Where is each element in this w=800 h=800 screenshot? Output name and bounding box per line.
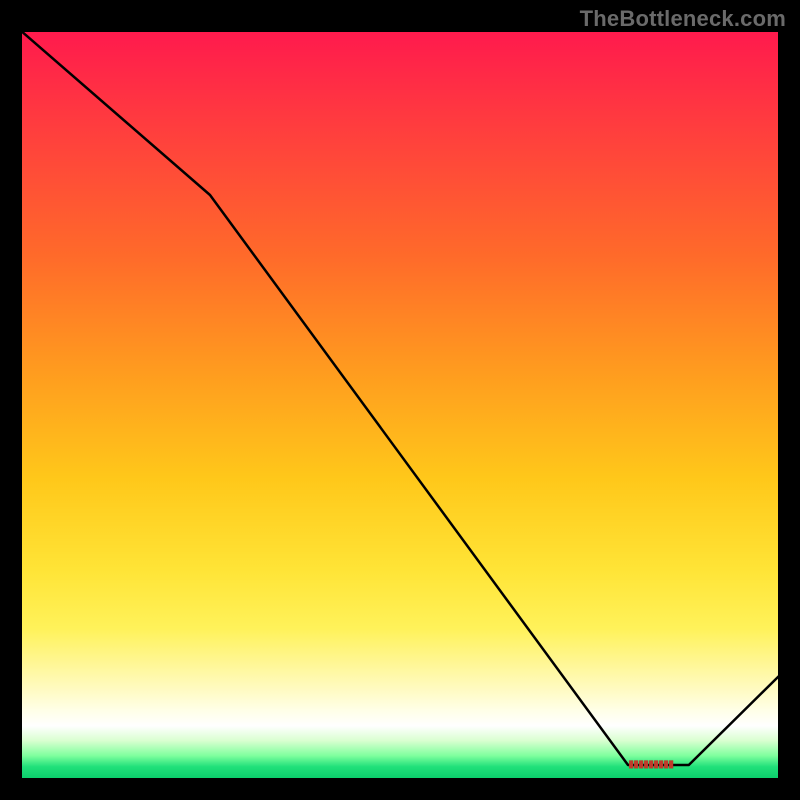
watermark-text: TheBottleneck.com (580, 6, 786, 32)
chart-stage: TheBottleneck.com ▮▮▮▮▮▮▮▮▮ (0, 0, 800, 800)
plot-area: ▮▮▮▮▮▮▮▮▮ (20, 30, 780, 780)
axes-frame (20, 30, 780, 780)
